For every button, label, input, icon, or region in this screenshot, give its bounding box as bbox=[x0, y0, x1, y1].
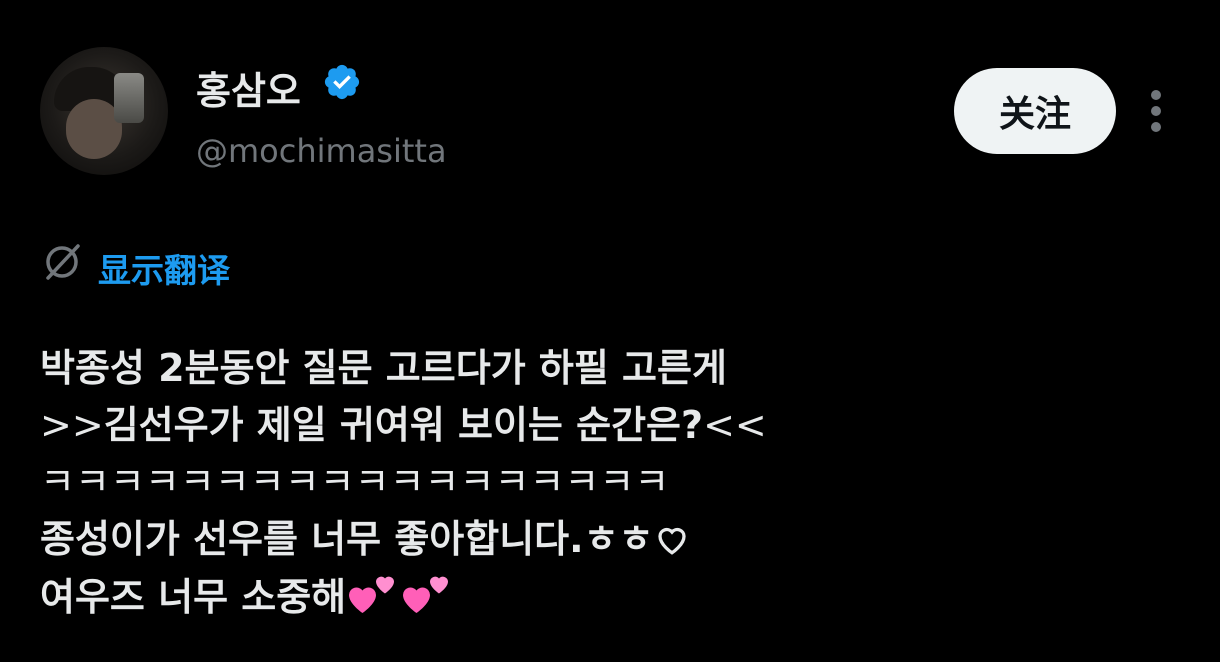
translate-icon[interactable] bbox=[40, 240, 84, 284]
more-dot bbox=[1151, 90, 1161, 100]
two-hearts-emoji bbox=[403, 576, 449, 613]
avatar[interactable] bbox=[40, 47, 168, 175]
more-dot bbox=[1151, 106, 1161, 116]
tweet-text: 박종성 2분동안 질문 고르다가 하필 고른게 >>김선우가 제일 귀여워 보이… bbox=[40, 340, 1180, 625]
tweet-line: 종성이가 선우를 너무 좋아합니다.ㅎㅎ bbox=[40, 511, 1180, 568]
tweet-line: >>김선우가 제일 귀여워 보이는 순간은?<< bbox=[40, 397, 1180, 454]
tweet-line-suffix: << bbox=[703, 403, 767, 447]
avatar-phone bbox=[114, 73, 144, 123]
user-handle[interactable]: @mochimasitta bbox=[196, 132, 447, 170]
tweet-line: 여우즈 너무 소중해 bbox=[40, 568, 1180, 625]
white-heart-icon bbox=[657, 527, 686, 555]
verified-badge-icon bbox=[324, 64, 360, 100]
more-options-icon[interactable] bbox=[1146, 90, 1166, 136]
follow-button[interactable]: 关注 bbox=[954, 68, 1116, 154]
two-hearts-emoji bbox=[349, 576, 395, 613]
tweet-line-text: 여우즈 너무 소중해 bbox=[40, 575, 347, 619]
tweet-line-text: 종성이가 선우를 너무 좋아합니다.ㅎㅎ bbox=[40, 517, 654, 561]
tweet-line: ㅋㅋㅋㅋㅋㅋㅋㅋㅋㅋㅋㅋㅋㅋㅋㅋㅋㅋ bbox=[40, 460, 670, 504]
show-translation-link[interactable]: 显示翻译 bbox=[98, 244, 230, 292]
display-name[interactable]: 홍삼오 bbox=[196, 60, 301, 115]
tweet-line-prefix: >> bbox=[40, 403, 104, 447]
tweet-line: 박종성 2분동안 질문 고르다가 하필 고른게 bbox=[40, 346, 727, 390]
more-dot bbox=[1151, 122, 1161, 132]
tweet-line-middle: 김선우가 제일 귀여워 보이는 순간은? bbox=[103, 403, 704, 447]
